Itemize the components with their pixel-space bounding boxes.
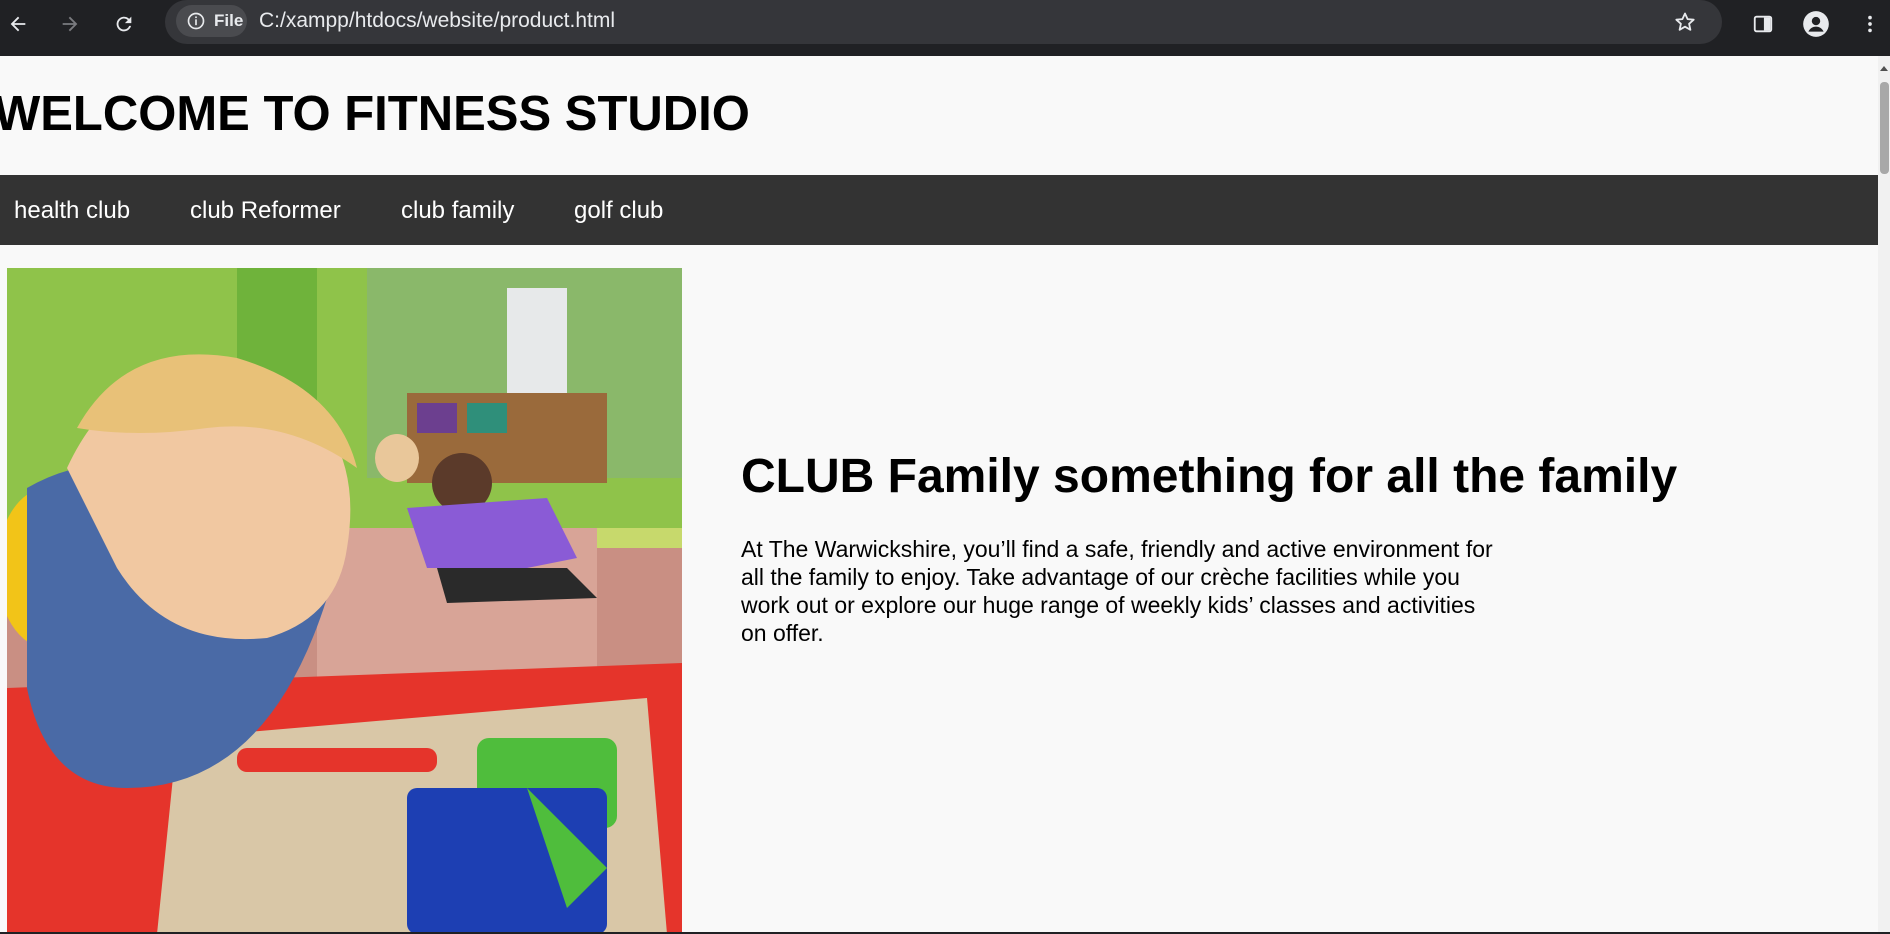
nav-link-club-reformer[interactable]: club Reformer <box>190 197 341 225</box>
forward-arrow-icon <box>62 16 78 32</box>
forward-button[interactable] <box>50 4 90 44</box>
section-paragraph: At The Warwickshire, you’ll find a safe,… <box>741 536 1493 646</box>
page-viewport: WELCOME TO FITNESS STUDIO health club cl… <box>0 56 1878 934</box>
address-bar[interactable]: File C:/xampp/htdocs/website/product.htm… <box>165 0 1722 44</box>
sidebar-icon <box>1753 15 1773 33</box>
kebab-menu-icon <box>1868 15 1872 33</box>
profile-icon <box>1803 11 1829 37</box>
hero-photo <box>7 268 682 934</box>
site-info-chip[interactable]: File <box>176 5 247 37</box>
nav-link-health-club[interactable]: health club <box>14 197 130 225</box>
scroll-up-arrow-icon[interactable] <box>1880 66 1888 71</box>
vertical-scrollbar[interactable] <box>1878 56 1890 934</box>
info-icon <box>187 12 205 30</box>
browser-toolbar: File C:/xampp/htdocs/website/product.htm… <box>0 0 1890 56</box>
hero-photo-illustration <box>7 268 682 934</box>
side-panel-button[interactable] <box>1743 4 1783 44</box>
menu-button[interactable] <box>1850 4 1890 44</box>
nav-link-golf-club[interactable]: golf club <box>574 197 663 225</box>
main-nav: health club club Reformer club family go… <box>0 175 1878 245</box>
profile-button[interactable] <box>1796 4 1836 44</box>
url-text[interactable]: C:/xampp/htdocs/website/product.html <box>259 9 615 33</box>
back-button[interactable] <box>0 4 38 44</box>
reload-icon <box>116 16 132 32</box>
section-heading: CLUB Family something for all the family <box>741 450 1678 503</box>
scroll-thumb[interactable] <box>1880 82 1889 174</box>
site-chip-label: File <box>214 11 244 30</box>
back-arrow-icon <box>10 16 26 32</box>
bookmark-button[interactable] <box>1666 3 1704 41</box>
reload-button[interactable] <box>104 4 144 44</box>
nav-link-club-family[interactable]: club family <box>401 197 514 225</box>
star-icon <box>1675 12 1695 31</box>
site-title: WELCOME TO FITNESS STUDIO <box>0 87 750 141</box>
